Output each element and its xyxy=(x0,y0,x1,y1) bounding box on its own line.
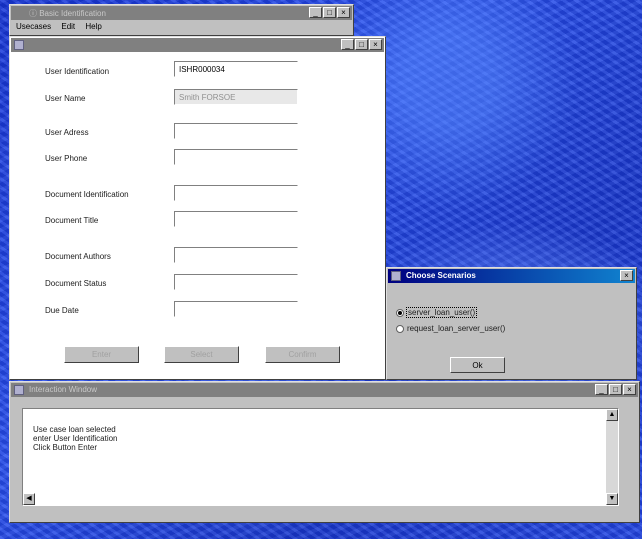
form-window: _ □ × xyxy=(9,36,386,380)
close-icon[interactable]: × xyxy=(337,7,350,18)
log-line: Use case loan selected xyxy=(33,425,116,434)
maximize-icon[interactable]: □ xyxy=(355,39,368,50)
confirm-button[interactable]: Confirm xyxy=(265,346,340,363)
scroll-down-icon[interactable]: ▼ xyxy=(606,493,618,505)
label-document-identification: Document Identification xyxy=(45,190,129,199)
label-document-status: Document Status xyxy=(45,279,107,288)
label-user-phone: User Phone xyxy=(45,154,88,163)
scroll-left-icon[interactable]: ◀ xyxy=(23,493,35,505)
log-line: Click Button Enter xyxy=(33,443,98,452)
scenarios-title: Choose Scenarios xyxy=(406,271,476,280)
choose-scenarios-dialog: Choose Scenarios × server_loan_user() re… xyxy=(386,267,637,380)
user-name-input[interactable] xyxy=(174,89,298,105)
menu-help[interactable]: Help xyxy=(81,21,105,31)
close-icon[interactable]: × xyxy=(369,39,382,50)
radio-checked-icon[interactable] xyxy=(396,308,404,317)
label-document-title: Document Title xyxy=(45,216,99,225)
scenario-option-label: request_loan_server_user() xyxy=(407,324,506,333)
minimize-icon[interactable]: _ xyxy=(595,384,608,395)
user-identification-input[interactable] xyxy=(174,61,298,77)
minimize-icon[interactable]: _ xyxy=(341,39,354,50)
interaction-titlebar[interactable]: Interaction Window _ □ × xyxy=(11,383,638,397)
minimize-icon[interactable]: _ xyxy=(309,7,322,18)
vertical-scrollbar[interactable]: ▲ ▼ xyxy=(606,409,618,505)
maximize-icon[interactable]: □ xyxy=(609,384,622,395)
label-user-name: User Name xyxy=(45,94,86,103)
main-app-titlebar[interactable]: ⓘ Basic Identification _ □ × xyxy=(11,6,352,20)
label-document-authors: Document Authors xyxy=(45,252,111,261)
menu-edit[interactable]: Edit xyxy=(57,21,79,31)
document-status-input[interactable] xyxy=(174,274,298,290)
maximize-icon[interactable]: □ xyxy=(323,7,336,18)
interaction-log[interactable]: Use case loan selected enter User Identi… xyxy=(22,408,619,506)
menu-bar: Usecases Edit Help xyxy=(12,21,351,33)
select-button[interactable]: Select xyxy=(164,346,239,363)
document-title-input[interactable] xyxy=(174,211,298,227)
menu-usecases[interactable]: Usecases xyxy=(12,21,55,31)
enter-button[interactable]: Enter xyxy=(64,346,139,363)
scenario-option-request-loan[interactable]: request_loan_server_user() xyxy=(396,324,505,333)
scenario-option-label: server_loan_user() xyxy=(405,307,478,318)
scenario-option-server-loan[interactable]: server_loan_user() xyxy=(396,307,478,318)
user-address-input[interactable] xyxy=(174,123,298,139)
user-phone-input[interactable] xyxy=(174,149,298,165)
window-icon xyxy=(14,40,24,50)
close-icon[interactable]: × xyxy=(620,270,633,281)
document-identification-input[interactable] xyxy=(174,185,298,201)
window-icon xyxy=(14,385,24,395)
scenarios-titlebar[interactable]: Choose Scenarios × xyxy=(388,269,635,283)
form-titlebar[interactable]: _ □ × xyxy=(11,38,384,52)
document-authors-input[interactable] xyxy=(174,247,298,263)
due-date-input[interactable] xyxy=(174,301,298,317)
window-icon xyxy=(391,271,401,281)
radio-unchecked-icon[interactable] xyxy=(396,324,404,333)
interaction-title: Interaction Window xyxy=(29,385,98,394)
label-user-identification: User Identification xyxy=(45,67,110,76)
main-app-title: ⓘ Basic Identification xyxy=(29,9,106,18)
label-due-date: Due Date xyxy=(45,306,79,315)
log-line: enter User Identification xyxy=(33,434,118,443)
main-app-window: ⓘ Basic Identification _ □ × Usecases Ed… xyxy=(9,4,354,36)
ok-button[interactable]: Ok xyxy=(450,357,505,373)
close-icon[interactable]: × xyxy=(623,384,636,395)
label-user-address: User Adress xyxy=(45,128,89,137)
scroll-up-icon[interactable]: ▲ xyxy=(606,409,618,421)
